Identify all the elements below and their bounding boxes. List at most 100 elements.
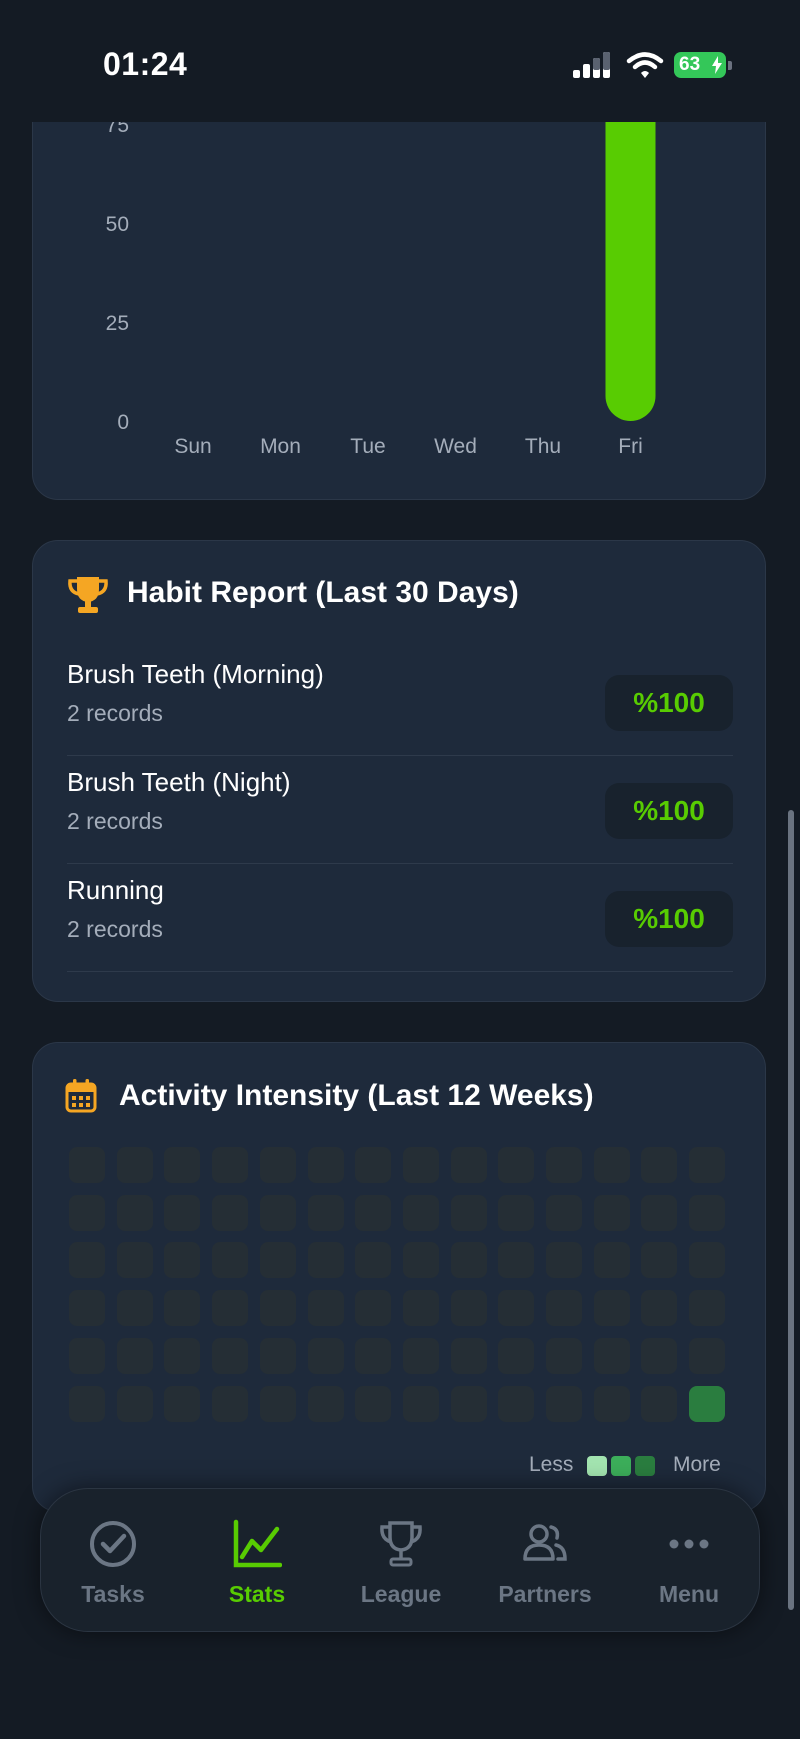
heatmap-cell <box>164 1194 201 1231</box>
heatmap-cell <box>307 1194 344 1231</box>
heatmap-cell <box>546 1290 582 1327</box>
habit-percent-badge: %100 <box>605 675 733 731</box>
heatmap-cell <box>402 1385 439 1422</box>
heatmap-cell <box>546 1242 582 1279</box>
heatmap-cell <box>498 1385 535 1422</box>
y-tick-label: 25 <box>106 312 129 335</box>
x-tick-label: Sun <box>174 435 211 458</box>
activity-intensity-card: Activity Intensity (Last 12 Weeks) Less … <box>32 1042 766 1512</box>
heatmap-cell <box>593 1147 630 1183</box>
tab-partners[interactable]: Partners <box>473 1489 617 1633</box>
heatmap-cell <box>593 1290 630 1327</box>
heatmap-cell <box>546 1147 582 1183</box>
heatmap-legend: Less More <box>529 1453 729 1477</box>
heatmap-cell <box>546 1194 582 1231</box>
heatmap-cell <box>212 1242 249 1279</box>
trophy-icon <box>68 577 108 613</box>
heatmap-cell <box>450 1242 487 1279</box>
wifi-icon <box>626 52 664 78</box>
heatmap-cell <box>307 1147 344 1183</box>
heatmap-cell <box>450 1194 487 1231</box>
heatmap-cell <box>212 1147 249 1183</box>
heatmap-cell <box>259 1385 296 1422</box>
heatmap-cell <box>259 1242 296 1279</box>
heatmap-cell <box>355 1242 392 1279</box>
heatmap-cell <box>212 1290 249 1327</box>
heatmap-cell <box>689 1194 726 1231</box>
chart-bar[interactable] <box>605 91 656 421</box>
heatmap-cell <box>593 1242 630 1279</box>
heatmap-cell <box>164 1385 201 1422</box>
tab-league[interactable]: League <box>329 1489 473 1633</box>
tab-label: Partners <box>498 1581 592 1607</box>
heatmap-cell <box>450 1337 487 1374</box>
heatmap-cell <box>402 1290 439 1327</box>
habit-row[interactable]: Running 2 records %100 <box>67 863 733 972</box>
calendar-icon <box>65 1079 97 1113</box>
heatmap-cell <box>498 1194 535 1231</box>
heatmap-cell <box>689 1147 726 1183</box>
habit-report-card: Habit Report (Last 30 Days) Brush Teeth … <box>32 540 766 1002</box>
heatmap-cell <box>641 1337 678 1374</box>
heatmap-cell <box>689 1385 726 1422</box>
habit-records: 2 records <box>67 808 163 834</box>
x-tick-label: Fri <box>618 435 643 458</box>
tab-tasks[interactable]: Tasks <box>41 1489 185 1633</box>
heatmap-cell <box>69 1194 105 1231</box>
battery-indicator: 63 <box>674 52 726 78</box>
x-tick-label: Thu <box>525 435 561 458</box>
heatmap-cell <box>164 1242 201 1279</box>
chart-line-icon <box>233 1519 282 1568</box>
legend-swatch <box>611 1456 631 1476</box>
habit-percent-badge: %100 <box>605 783 733 839</box>
scrollbar[interactable] <box>788 810 794 1610</box>
more-icon <box>669 1539 709 1549</box>
heatmap-cell <box>498 1337 535 1374</box>
bottom-tab-bar: Tasks Stats League Partners Menu <box>40 1488 760 1632</box>
heatmap-cell <box>355 1385 392 1422</box>
tab-label: Menu <box>658 1581 720 1607</box>
heatmap-cell <box>402 1242 439 1279</box>
habit-name: Brush Teeth (Night) <box>67 767 291 797</box>
heatmap-cell <box>689 1290 726 1327</box>
heatmap-cell <box>689 1242 726 1279</box>
heatmap-cell <box>69 1385 105 1422</box>
heatmap-cell <box>593 1385 630 1422</box>
heatmap-cell <box>116 1290 153 1327</box>
y-tick-label: 0 <box>117 411 129 434</box>
heatmap-cell <box>450 1290 487 1327</box>
check-circle-icon <box>90 1521 136 1567</box>
weekly-chart-card: 0 25 50 75 Sun Mon Tue Wed Thu Fri <box>32 90 766 500</box>
habit-name: Brush Teeth (Morning) <box>67 659 324 689</box>
status-time: 01:24 <box>103 46 188 82</box>
heatmap-cell <box>212 1194 249 1231</box>
heatmap-cell <box>355 1194 392 1231</box>
tab-menu[interactable]: Menu <box>617 1489 761 1633</box>
heatmap-cell <box>307 1337 344 1374</box>
heatmap-cell <box>116 1337 153 1374</box>
heatmap-cell <box>355 1147 392 1183</box>
heatmap-cell <box>355 1290 392 1327</box>
heatmap-cell <box>69 1242 105 1279</box>
heatmap-cell <box>116 1385 153 1422</box>
heatmap-cell <box>69 1337 105 1374</box>
heatmap-cell <box>259 1194 296 1231</box>
heatmap-cell <box>641 1242 678 1279</box>
habit-row[interactable]: Brush Teeth (Night) 2 records %100 <box>67 755 733 864</box>
legend-swatch <box>635 1456 655 1476</box>
heatmap-cell <box>546 1385 582 1422</box>
tab-label: Stats <box>228 1581 286 1607</box>
tab-stats[interactable]: Stats <box>185 1489 329 1633</box>
heatmap-cell <box>593 1337 630 1374</box>
battery-level: 63 <box>679 54 701 75</box>
legend-less-label: Less <box>529 1453 574 1476</box>
habit-records: 2 records <box>67 700 163 726</box>
heatmap-cell <box>641 1290 678 1327</box>
heatmap-cell <box>164 1147 201 1183</box>
heatmap-cell <box>498 1290 535 1327</box>
heatmap-cell <box>212 1337 249 1374</box>
habit-row[interactable]: Brush Teeth (Morning) 2 records %100 <box>67 647 733 756</box>
heatmap-cell <box>689 1337 726 1374</box>
heatmap-cell <box>259 1147 296 1183</box>
heatmap-cell <box>450 1147 487 1183</box>
